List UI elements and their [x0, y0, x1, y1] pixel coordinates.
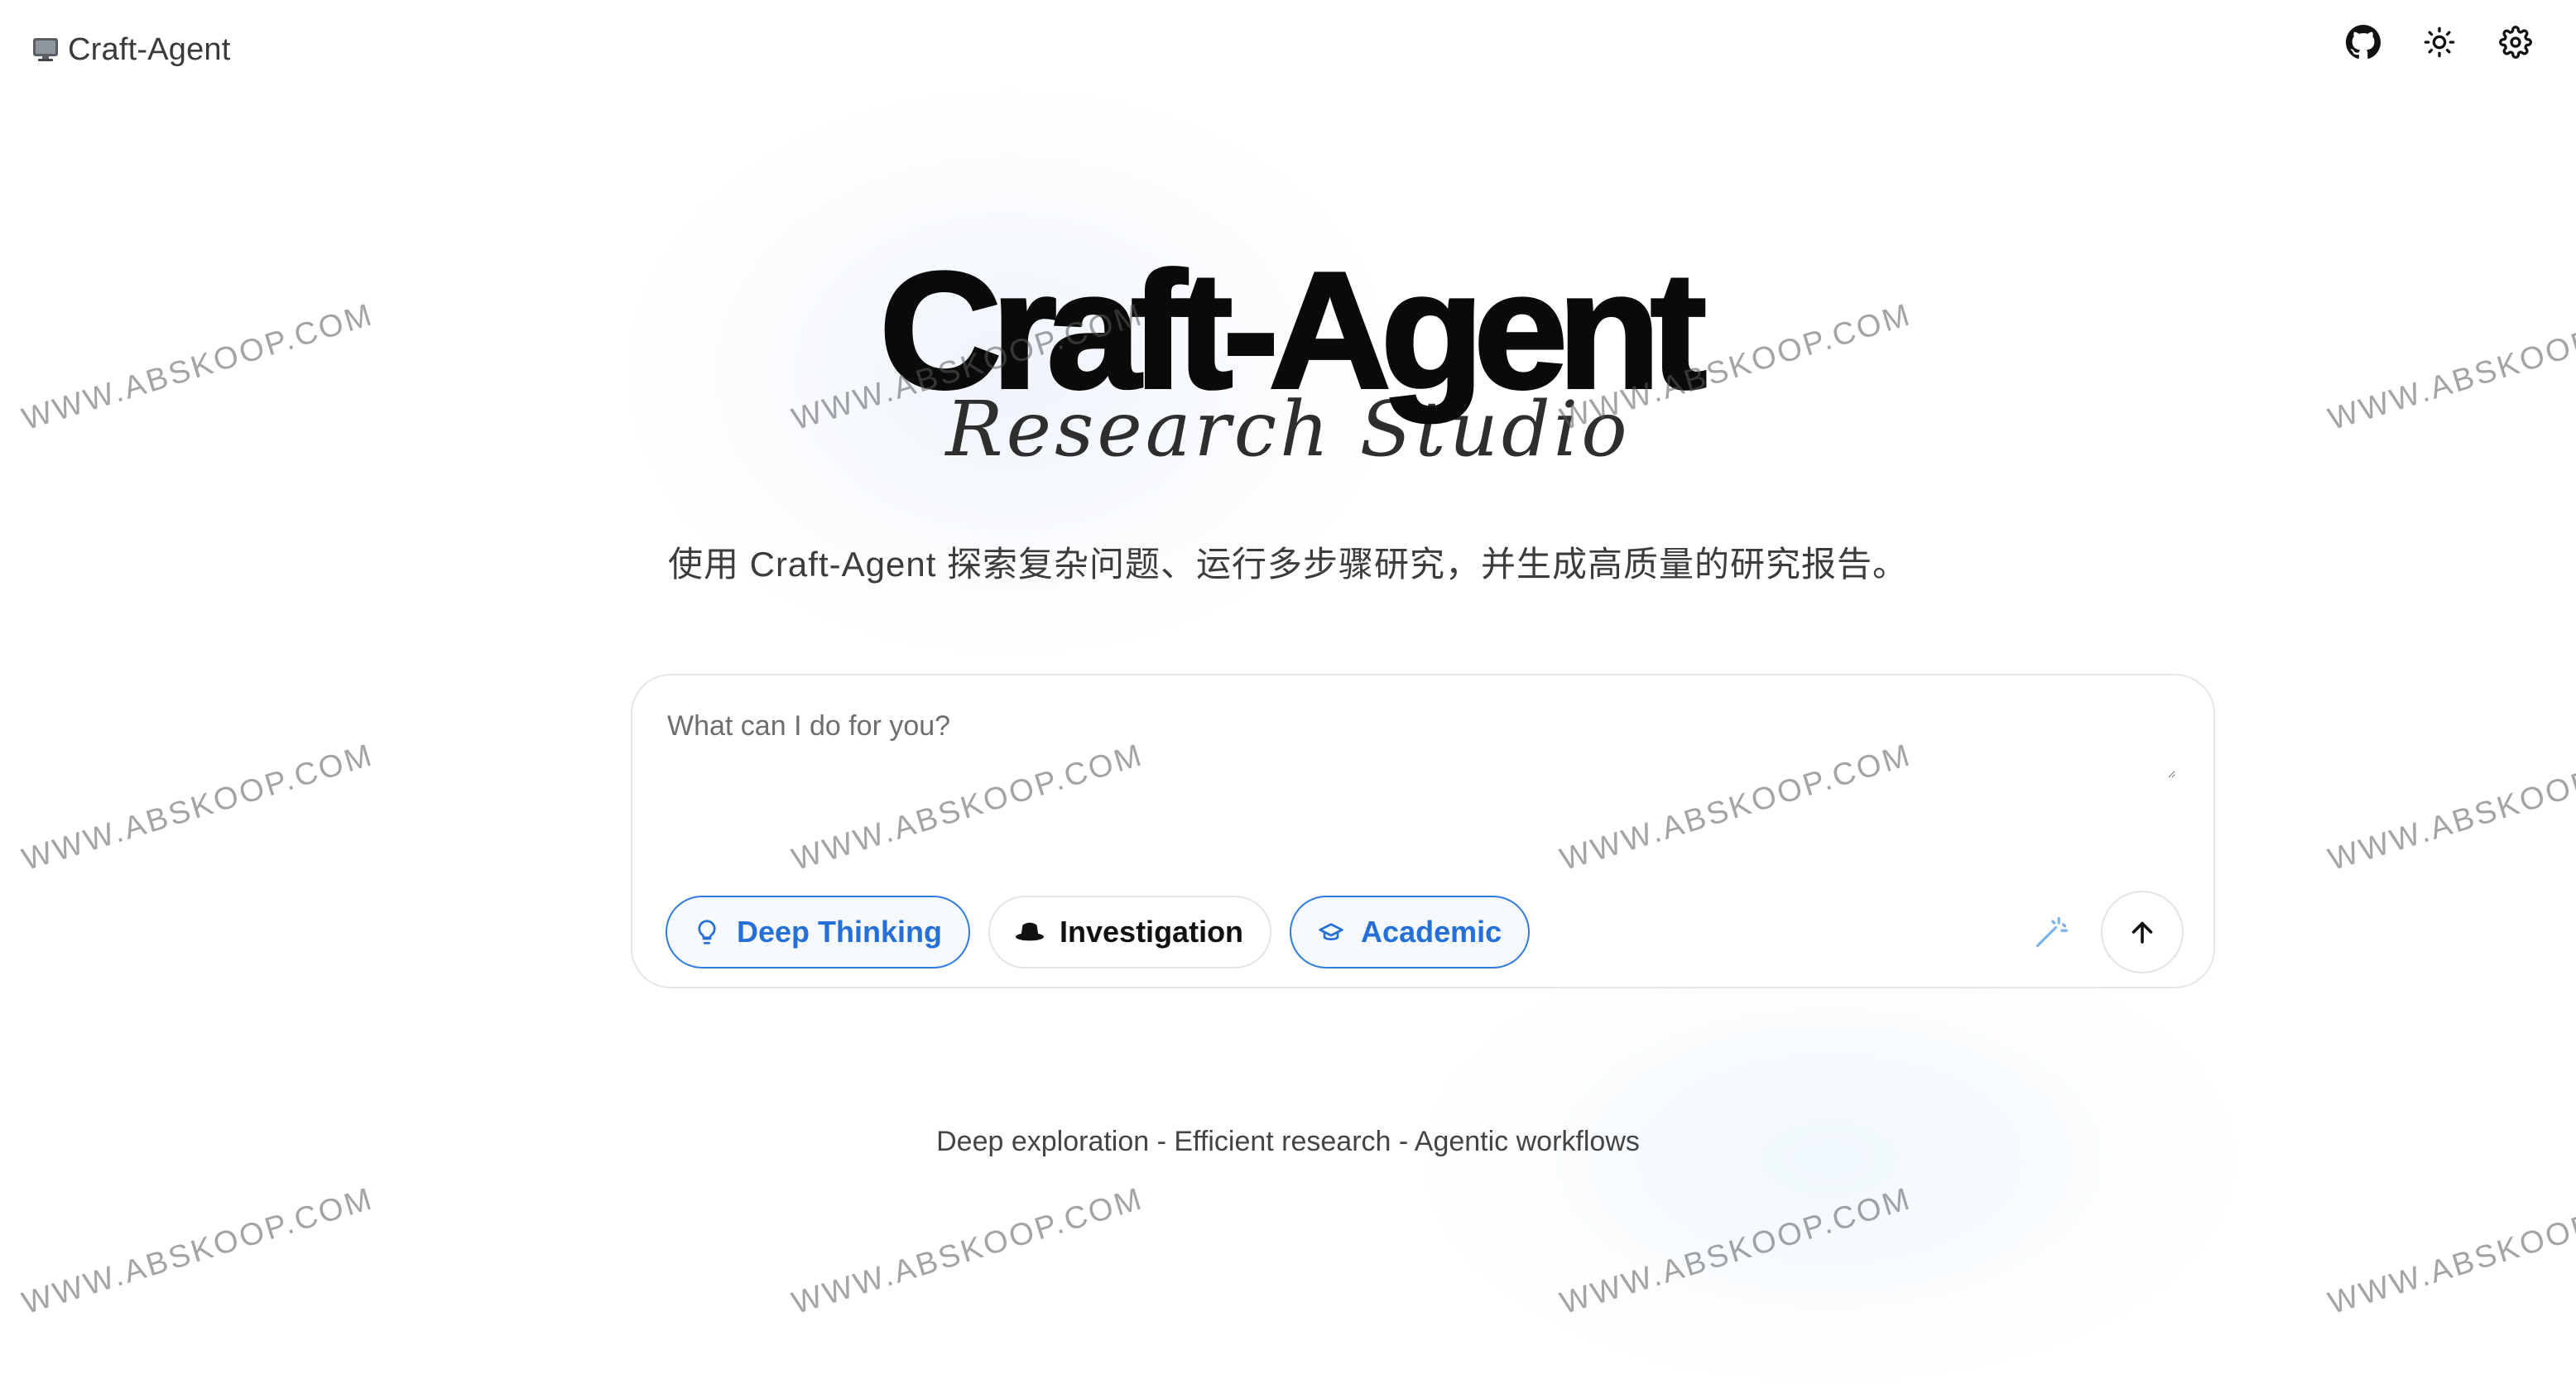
hero-description: 使用 Craft-Agent 探索复杂问题、运行多步骤研究，并生成高质量的研究报… [667, 545, 1909, 584]
academic-label: Academic [1361, 915, 1502, 949]
sun-icon[interactable] [2420, 23, 2458, 61]
top-actions [2344, 23, 2535, 61]
magic-wand-icon[interactable] [2028, 909, 2074, 955]
background-glow-bottom [1424, 935, 2235, 1382]
watermark: WWW.ABSKOOP.COM [18, 1181, 378, 1322]
app-title: Craft-Agent [68, 31, 231, 67]
watermark: WWW.ABSKOOP.COM [18, 738, 378, 878]
investigation-label: Investigation [1060, 915, 1244, 949]
lightbulb-icon [692, 917, 722, 947]
watermark: WWW.ABSKOOP.COM [788, 1181, 1148, 1322]
gear-icon[interactable] [2497, 23, 2535, 61]
graduation-cap-icon [1316, 917, 1346, 947]
hero: Craft-Agent Research Studio [0, 238, 2576, 472]
watermark: WWW.ABSKOOP.COM [2324, 738, 2576, 878]
mode-chips: Deep Thinking Investigation Academic [666, 896, 1531, 968]
investigation-button[interactable]: Investigation [988, 896, 1272, 968]
deep-thinking-label: Deep Thinking [737, 915, 943, 949]
detective-hat-icon [1015, 917, 1045, 947]
app-brand[interactable]: Craft-Agent [31, 25, 231, 74]
prompt-card: Deep Thinking Investigation Academic [631, 674, 2215, 988]
monitor-icon [31, 36, 60, 64]
hero-title: Craft-Agent [877, 238, 1709, 423]
watermark: WWW.ABSKOOP.COM [1556, 1181, 1916, 1322]
send-button[interactable] [2101, 891, 2184, 973]
tagline: Deep exploration - Efficient research - … [936, 1126, 1640, 1157]
arrow-up-icon [2131, 921, 2153, 944]
github-icon[interactable] [2344, 23, 2382, 61]
prompt-input[interactable] [666, 709, 2175, 778]
watermark: WWW.ABSKOOP.COM [2324, 1181, 2576, 1322]
academic-button[interactable]: Academic [1290, 896, 1531, 968]
deep-thinking-button[interactable]: Deep Thinking [666, 896, 971, 968]
